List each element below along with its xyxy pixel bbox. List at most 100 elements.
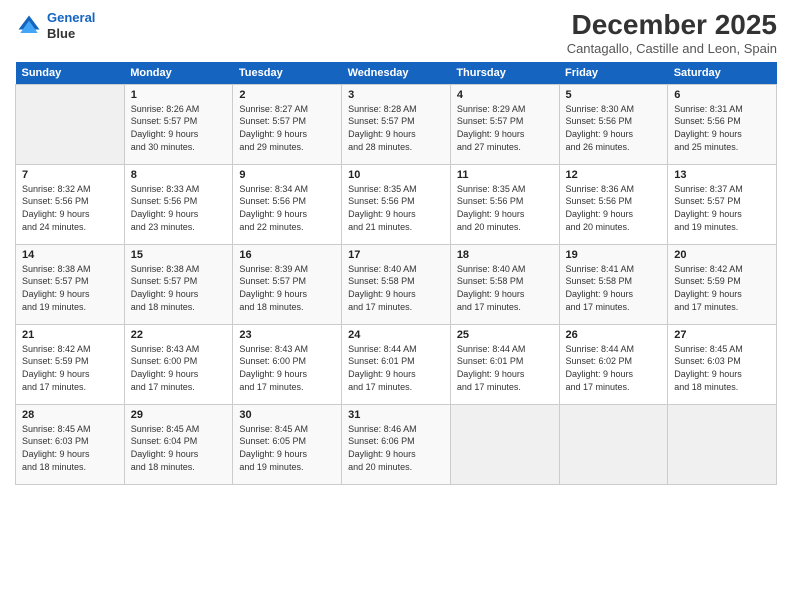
day-cell: 13 Sunrise: 8:37 AMSunset: 5:57 PMDayligh… [668,164,777,244]
day-info: Sunrise: 8:35 AMSunset: 5:56 PMDaylight:… [457,183,553,233]
day-number: 3 [348,89,444,101]
day-info: Sunrise: 8:30 AMSunset: 5:56 PMDaylight:… [566,103,662,153]
header-cell-friday: Friday [559,62,668,85]
day-info: Sunrise: 8:45 AMSunset: 6:03 PMDaylight:… [22,423,118,473]
day-info: Sunrise: 8:26 AMSunset: 5:57 PMDaylight:… [131,103,227,153]
day-info: Sunrise: 8:40 AMSunset: 5:58 PMDaylight:… [457,263,553,313]
day-cell: 25 Sunrise: 8:44 AMSunset: 6:01 PMDayligh… [450,324,559,404]
logo: General Blue [15,10,95,41]
day-cell [450,404,559,484]
week-row-4: 28 Sunrise: 8:45 AMSunset: 6:03 PMDayligh… [16,404,777,484]
day-cell: 28 Sunrise: 8:45 AMSunset: 6:03 PMDayligh… [16,404,125,484]
day-number: 12 [566,169,662,181]
day-number: 31 [348,409,444,421]
day-info: Sunrise: 8:38 AMSunset: 5:57 PMDaylight:… [131,263,227,313]
day-cell: 4Sunrise: 8:29 AMSunset: 5:57 PMDaylight… [450,84,559,164]
day-cell: 18 Sunrise: 8:40 AMSunset: 5:58 PMDayligh… [450,244,559,324]
day-cell: 3 Sunrise: 8:28 AMSunset: 5:57 PMDaylight… [342,84,451,164]
day-number: 13 [674,169,770,181]
day-cell: 15 Sunrise: 8:38 AMSunset: 5:57 PMDayligh… [124,244,233,324]
day-cell: 17 Sunrise: 8:40 AMSunset: 5:58 PMDayligh… [342,244,451,324]
calendar-table: SundayMondayTuesdayWednesdayThursdayFrid… [15,62,777,485]
day-number: 23 [239,329,335,341]
day-number: 2 [239,89,335,101]
day-number: 29 [131,409,227,421]
day-number: 15 [131,249,227,261]
header-cell-saturday: Saturday [668,62,777,85]
day-cell: 29Sunrise: 8:45 AMSunset: 6:04 PMDayligh… [124,404,233,484]
day-cell [559,404,668,484]
day-cell: 12Sunrise: 8:36 AMSunset: 5:56 PMDayligh… [559,164,668,244]
day-cell: 19 Sunrise: 8:41 AMSunset: 5:58 PMDayligh… [559,244,668,324]
day-number: 21 [22,329,118,341]
day-cell: 27 Sunrise: 8:45 AMSunset: 6:03 PMDayligh… [668,324,777,404]
day-cell: 24Sunrise: 8:44 AMSunset: 6:01 PMDayligh… [342,324,451,404]
day-info: Sunrise: 8:40 AMSunset: 5:58 PMDaylight:… [348,263,444,313]
day-cell: 30 Sunrise: 8:45 AMSunset: 6:05 PMDayligh… [233,404,342,484]
logo-text: General Blue [47,10,95,41]
header-row: SundayMondayTuesdayWednesdayThursdayFrid… [16,62,777,85]
day-number: 17 [348,249,444,261]
week-row-0: 1 Sunrise: 8:26 AMSunset: 5:57 PMDaylight… [16,84,777,164]
day-number: 25 [457,329,553,341]
day-info: Sunrise: 8:28 AMSunset: 5:57 PMDaylight:… [348,103,444,153]
day-cell: 1 Sunrise: 8:26 AMSunset: 5:57 PMDaylight… [124,84,233,164]
day-number: 18 [457,249,553,261]
day-number: 27 [674,329,770,341]
day-info: Sunrise: 8:27 AMSunset: 5:57 PMDaylight:… [239,103,335,153]
day-info: Sunrise: 8:34 AMSunset: 5:56 PMDaylight:… [239,183,335,233]
day-cell: 11Sunrise: 8:35 AMSunset: 5:56 PMDayligh… [450,164,559,244]
day-info: Sunrise: 8:37 AMSunset: 5:57 PMDaylight:… [674,183,770,233]
day-cell [16,84,125,164]
day-number: 14 [22,249,118,261]
title-block: December 2025 Cantagallo, Castille and L… [567,10,777,56]
day-info: Sunrise: 8:41 AMSunset: 5:58 PMDaylight:… [566,263,662,313]
header-cell-monday: Monday [124,62,233,85]
day-number: 28 [22,409,118,421]
week-row-3: 21Sunrise: 8:42 AMSunset: 5:59 PMDayligh… [16,324,777,404]
day-cell: 26Sunrise: 8:44 AMSunset: 6:02 PMDayligh… [559,324,668,404]
day-info: Sunrise: 8:31 AMSunset: 5:56 PMDaylight:… [674,103,770,153]
day-cell [668,404,777,484]
day-info: Sunrise: 8:44 AMSunset: 6:02 PMDaylight:… [566,343,662,393]
day-cell: 8Sunrise: 8:33 AMSunset: 5:56 PMDaylight… [124,164,233,244]
day-number: 22 [131,329,227,341]
page: General Blue December 2025 Cantagallo, C… [0,0,792,612]
calendar-body: 1 Sunrise: 8:26 AMSunset: 5:57 PMDaylight… [16,84,777,484]
day-number: 5 [566,89,662,101]
day-cell: 5 Sunrise: 8:30 AMSunset: 5:56 PMDaylight… [559,84,668,164]
day-info: Sunrise: 8:44 AMSunset: 6:01 PMDaylight:… [457,343,553,393]
day-number: 8 [131,169,227,181]
day-cell: 14Sunrise: 8:38 AMSunset: 5:57 PMDayligh… [16,244,125,324]
day-number: 7 [22,169,118,181]
calendar-header: SundayMondayTuesdayWednesdayThursdayFrid… [16,62,777,85]
header-cell-sunday: Sunday [16,62,125,85]
day-info: Sunrise: 8:45 AMSunset: 6:03 PMDaylight:… [674,343,770,393]
week-row-1: 7 Sunrise: 8:32 AMSunset: 5:56 PMDaylight… [16,164,777,244]
day-cell: 16 Sunrise: 8:39 AMSunset: 5:57 PMDayligh… [233,244,342,324]
day-info: Sunrise: 8:45 AMSunset: 6:05 PMDaylight:… [239,423,335,473]
day-info: Sunrise: 8:35 AMSunset: 5:56 PMDaylight:… [348,183,444,233]
day-cell: 9 Sunrise: 8:34 AMSunset: 5:56 PMDaylight… [233,164,342,244]
day-info: Sunrise: 8:42 AMSunset: 5:59 PMDaylight:… [674,263,770,313]
day-number: 16 [239,249,335,261]
day-number: 19 [566,249,662,261]
header: General Blue December 2025 Cantagallo, C… [15,10,777,56]
day-number: 30 [239,409,335,421]
day-number: 9 [239,169,335,181]
day-info: Sunrise: 8:43 AMSunset: 6:00 PMDaylight:… [131,343,227,393]
day-info: Sunrise: 8:46 AMSunset: 6:06 PMDaylight:… [348,423,444,473]
day-number: 1 [131,89,227,101]
day-cell: 22 Sunrise: 8:43 AMSunset: 6:00 PMDayligh… [124,324,233,404]
header-cell-tuesday: Tuesday [233,62,342,85]
day-info: Sunrise: 8:32 AMSunset: 5:56 PMDaylight:… [22,183,118,233]
day-number: 24 [348,329,444,341]
day-number: 10 [348,169,444,181]
logo-icon [15,12,43,40]
day-info: Sunrise: 8:39 AMSunset: 5:57 PMDaylight:… [239,263,335,313]
day-info: Sunrise: 8:29 AMSunset: 5:57 PMDaylight:… [457,103,553,153]
day-cell: 20 Sunrise: 8:42 AMSunset: 5:59 PMDayligh… [668,244,777,324]
day-number: 20 [674,249,770,261]
day-number: 6 [674,89,770,101]
header-cell-wednesday: Wednesday [342,62,451,85]
